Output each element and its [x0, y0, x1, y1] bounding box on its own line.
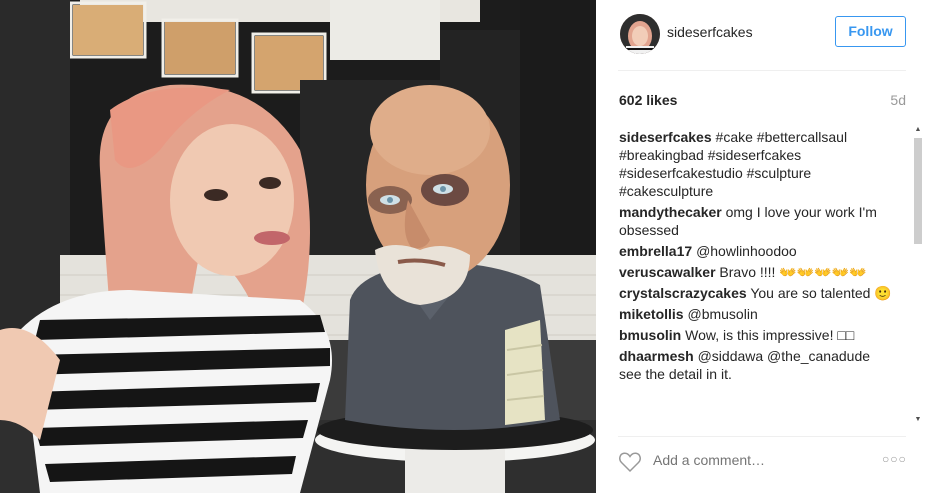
avatar-image — [620, 14, 660, 54]
follow-button[interactable]: Follow — [835, 16, 906, 47]
comment-username[interactable]: sideserfcakes — [619, 129, 712, 145]
comment-username[interactable]: dhaarmesh — [619, 348, 694, 364]
scroll-down-arrow-icon[interactable]: ▼ — [912, 414, 924, 426]
comment-item: miketollis @bmusolin — [619, 305, 894, 323]
comment-text-continued: see the detail in it. — [619, 366, 732, 382]
comment-text: Wow, is this impressive! □□ — [685, 327, 855, 343]
comment-list: sideserfcakes #cake #bettercallsaul #bre… — [619, 128, 894, 428]
comment-item: crystalscrazycakes You are so talented 🙂 — [619, 284, 894, 302]
comment-item: dhaarmesh @siddawa @the_canadude see the… — [619, 347, 894, 383]
scroll-thumb[interactable] — [914, 138, 922, 244]
header-divider — [618, 70, 906, 71]
comment-item: embrella17 @howlinhoodoo — [619, 242, 894, 260]
likes-count[interactable]: 602 likes — [619, 92, 677, 108]
comment-text: Bravo !!!! 👐👐👐👐👐 — [719, 264, 867, 280]
heart-icon[interactable] — [618, 451, 642, 473]
scroll-up-arrow-icon[interactable]: ▲ — [912, 124, 924, 136]
comment-username[interactable]: miketollis — [619, 306, 684, 322]
comment-item: veruscawalker Bravo !!!! 👐👐👐👐👐 — [619, 263, 894, 281]
comment-text[interactable]: @howlinhoodoo — [696, 243, 797, 259]
comment-scrollbar[interactable]: ▲ ▼ — [912, 124, 924, 426]
avatar[interactable] — [620, 14, 660, 54]
username[interactable]: sideserfcakes — [667, 24, 753, 40]
post-photo[interactable] — [0, 0, 596, 493]
comment-username[interactable]: embrella17 — [619, 243, 692, 259]
comment-item: mandythecaker omg I love your work I'm o… — [619, 203, 894, 239]
comment-input[interactable] — [653, 452, 853, 468]
comment-item: sideserfcakes #cake #bettercallsaul #bre… — [619, 128, 894, 200]
comment-username[interactable]: crystalscrazycakes — [619, 285, 747, 301]
photo-illustration — [0, 0, 596, 493]
comment-username[interactable]: bmusolin — [619, 327, 681, 343]
post-age[interactable]: 5d — [890, 92, 906, 108]
comment-text[interactable]: @siddawa @the_canadude — [698, 348, 870, 364]
comment-bar: ○○○ — [596, 436, 926, 493]
more-options-icon[interactable]: ○○○ — [882, 452, 907, 466]
comment-username[interactable]: mandythecaker — [619, 204, 722, 220]
comment-item: bmusolin Wow, is this impressive! □□ — [619, 326, 894, 344]
post-side-panel: sideserfcakes Follow 602 likes 5d sidese… — [596, 0, 926, 493]
post-header: sideserfcakes Follow — [596, 0, 926, 70]
comment-text: You are so talented 🙂 — [750, 285, 892, 301]
comment-username[interactable]: veruscawalker — [619, 264, 716, 280]
comment-text[interactable]: @bmusolin — [687, 306, 757, 322]
